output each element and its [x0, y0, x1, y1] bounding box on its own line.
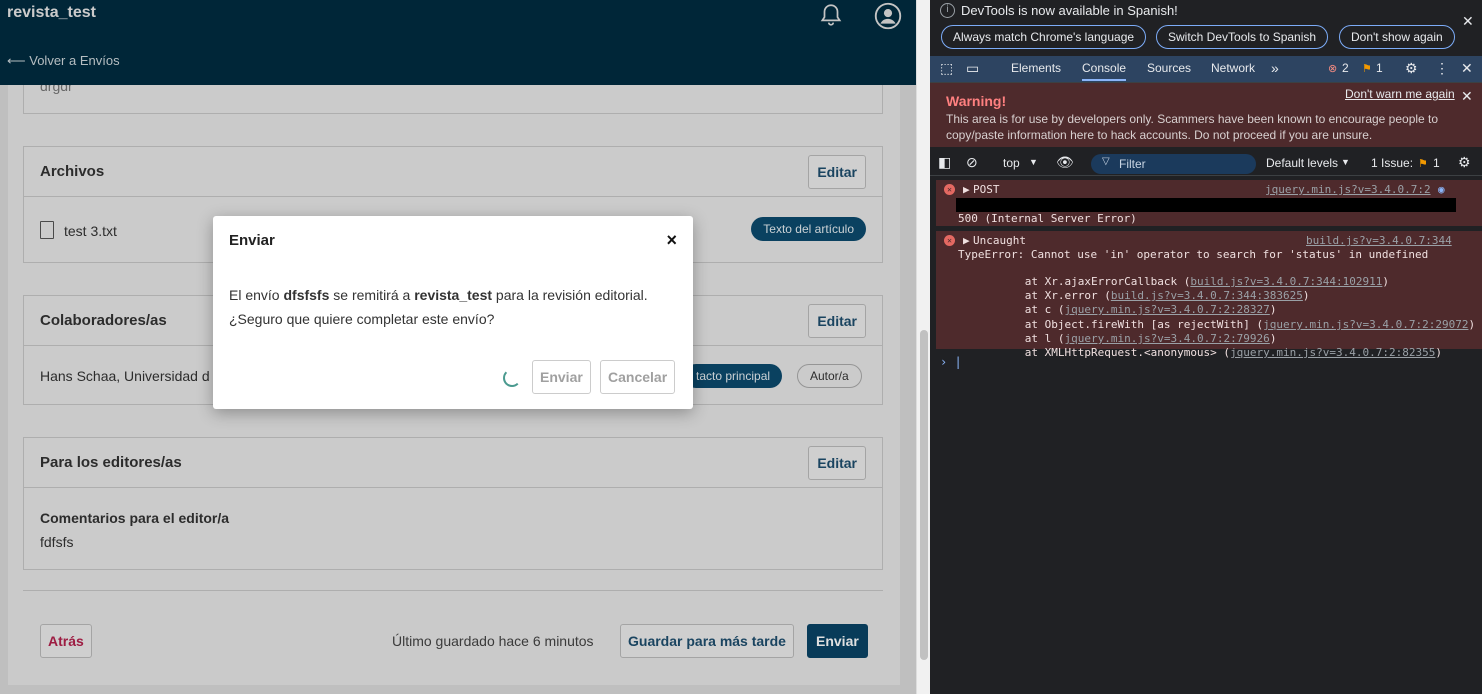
stack-end: ): [1435, 346, 1442, 359]
issues-counter[interactable]: 1 Issue:: [1371, 156, 1413, 170]
sidebar-toggle-icon[interactable]: ◧: [938, 154, 951, 171]
tab-network[interactable]: Network: [1211, 61, 1255, 75]
context-selector[interactable]: top: [1003, 156, 1020, 170]
stack-link[interactable]: jquery.min.js?v=3.4.0.7:2:82355: [1230, 346, 1435, 359]
uncaught-head: Uncaught: [973, 234, 1026, 247]
message-pre: El envío: [229, 287, 284, 303]
language-banner: i DevTools is now available in Spanish! …: [930, 0, 1482, 56]
filter-icon: ▽: [1102, 156, 1110, 167]
error-message: TypeError: Cannot use 'in' operator to s…: [958, 248, 1429, 261]
stack-end: ): [1382, 275, 1390, 288]
expand-arrow-icon[interactable]: ▶: [963, 234, 970, 247]
stack-end: ): [1468, 318, 1476, 331]
issues-flag-icon[interactable]: ⚑: [1418, 157, 1428, 170]
match-language-button[interactable]: Always match Chrome's language: [941, 25, 1147, 49]
submit-dialog: Enviar × El envío dfsfsfs se remitirá a …: [213, 216, 693, 409]
tab-console[interactable]: Console: [1082, 61, 1127, 81]
post-head: POST: [973, 183, 1000, 196]
globe-icon[interactable]: ◉: [1438, 183, 1445, 196]
more-tabs-icon[interactable]: »: [1271, 60, 1279, 76]
dont-show-again-button[interactable]: Don't show again: [1339, 25, 1455, 49]
loading-spinner-icon: [503, 369, 521, 387]
expand-arrow-icon[interactable]: ▶: [963, 183, 970, 196]
page-scrollbar-thumb[interactable]: [920, 330, 928, 660]
inspect-element-icon[interactable]: ⬚: [940, 60, 953, 77]
banner-close-icon[interactable]: ✕: [1462, 13, 1474, 30]
device-toolbar-icon[interactable]: ▭: [966, 60, 979, 77]
filter-input[interactable]: Filter: [1091, 154, 1256, 174]
console-error-uncaught: ✕ ▶ Uncaught build.js?v=3.4.0.7:344 Type…: [936, 231, 1482, 359]
journal-name: revista_test: [414, 287, 493, 303]
console-prompt[interactable]: › |: [940, 355, 962, 369]
more-options-icon[interactable]: ⋮: [1435, 60, 1449, 77]
self-xss-warning: Warning! Don't warn me again ✕ This area…: [930, 83, 1482, 147]
dialog-message: El envío dfsfsfs se remitirá a revista_t…: [229, 283, 679, 331]
page-scrollbar[interactable]: [916, 0, 930, 694]
close-devtools-icon[interactable]: ✕: [1461, 60, 1473, 77]
tab-sources[interactable]: Sources: [1147, 61, 1191, 75]
dont-warn-link[interactable]: Don't warn me again: [1345, 87, 1455, 101]
console-error-post: ✕ ▶ POST jquery.min.js?v=3.4.0.7:2 ◉ 500…: [936, 180, 1482, 226]
filter-placeholder: Filter: [1119, 157, 1146, 171]
warning-close-icon[interactable]: ✕: [1461, 88, 1473, 105]
issue-count[interactable]: 1: [1376, 61, 1383, 75]
post-source-link[interactable]: jquery.min.js?v=3.4.0.7:2: [1265, 183, 1431, 196]
info-icon: i: [940, 3, 955, 18]
devtools-panel: i DevTools is now available in Spanish! …: [930, 0, 1482, 694]
banner-text: DevTools is now available in Spanish!: [961, 3, 1178, 18]
devtools-tabbar: ⬚ ▭ Elements Console Sources Network » ⊗…: [930, 56, 1482, 83]
levels-dropdown-icon[interactable]: ▼: [1341, 157, 1350, 167]
app-window: drgdr Archivos Editar test 3.txt Texto d…: [0, 0, 916, 694]
submission-title: dfsfsfs: [283, 287, 330, 303]
post-status: 500 (Internal Server Error): [958, 212, 1137, 225]
error-count[interactable]: 2: [1342, 61, 1349, 75]
context-dropdown-icon[interactable]: ▼: [1029, 157, 1038, 167]
confirm-question: ¿Seguro que quiere completar este envío?: [229, 311, 495, 327]
message-post: para la revisión editorial.: [492, 287, 648, 303]
tab-elements[interactable]: Elements: [1011, 61, 1061, 75]
redacted-url: [956, 198, 1456, 212]
switch-spanish-button[interactable]: Switch DevTools to Spanish: [1156, 25, 1329, 49]
error-count-icon[interactable]: ⊗: [1328, 62, 1337, 75]
clear-console-icon[interactable]: ⊘: [966, 154, 978, 171]
settings-gear-icon[interactable]: ⚙: [1405, 60, 1418, 77]
issue-flag-icon[interactable]: ⚑: [1362, 62, 1372, 75]
console-settings-icon[interactable]: ⚙: [1458, 154, 1471, 171]
stack-link[interactable]: jquery.min.js?v=3.4.0.7:2:29072: [1263, 318, 1468, 331]
log-levels-dropdown[interactable]: Default levels: [1266, 156, 1338, 170]
warning-text: This area is for use by developers only.…: [946, 112, 1439, 142]
stack-frame: at XMLHttpRequest.<anonymous> (jquery.mi…: [985, 333, 1442, 372]
error-icon: ✕: [944, 184, 955, 195]
dialog-submit-button[interactable]: Enviar: [532, 360, 591, 394]
dialog-cancel-button[interactable]: Cancelar: [600, 360, 676, 394]
stack-fn: at XMLHttpRequest.<anonymous> (: [1024, 346, 1231, 359]
issues-count[interactable]: 1: [1433, 156, 1440, 170]
message-mid: se remitirá a: [329, 287, 415, 303]
eye-icon[interactable]: 👁: [1056, 154, 1074, 171]
uncaught-source-link[interactable]: build.js?v=3.4.0.7:344: [1306, 234, 1452, 247]
stack-end: ): [1302, 289, 1310, 302]
dialog-title: Enviar: [229, 232, 275, 249]
close-icon[interactable]: ×: [666, 230, 677, 251]
warning-title: Warning!: [946, 93, 1007, 109]
error-icon: ✕: [944, 235, 955, 246]
console-toolbar: ◧ ⊘ top ▼ 👁 Filter ▽ Default levels ▼ 1 …: [930, 151, 1482, 176]
